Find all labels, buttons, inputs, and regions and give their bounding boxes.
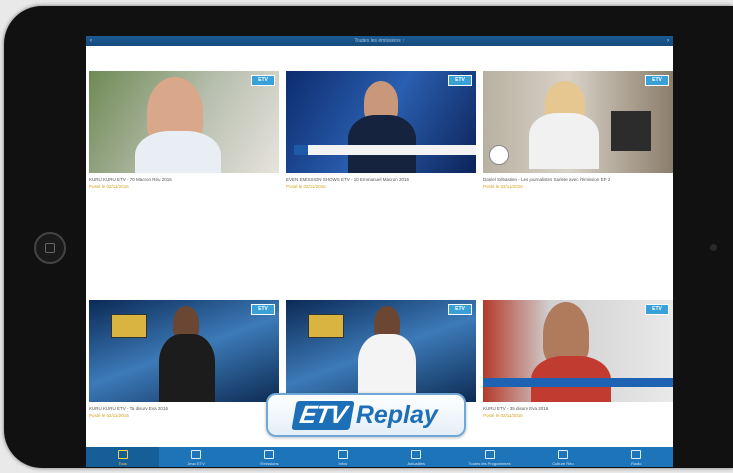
- film-icon: [557, 450, 568, 459]
- video-thumbnail[interactable]: ETV: [89, 300, 279, 402]
- channel-logo: ETV: [251, 304, 275, 315]
- video-title[interactable]: KURU ETV - 35 disurv Eva 2016: [483, 406, 673, 411]
- tab-jeux[interactable]: Jeux ETV: [159, 447, 232, 467]
- grid-icon: [484, 450, 495, 459]
- video-card[interactable]: ETV KURU KURU ETV - 70 Macron Réu 2016 P…: [89, 71, 279, 189]
- channel-logo: ETV: [645, 75, 669, 86]
- video-thumbnail[interactable]: ETV: [89, 71, 279, 173]
- channel-logo: ETV: [645, 304, 669, 315]
- video-title[interactable]: KURU KURU ETV - Ta disurv Eva 2016: [89, 406, 279, 411]
- video-thumbnail[interactable]: ETV: [483, 300, 673, 402]
- tab-culture[interactable]: Culture Réu: [526, 447, 599, 467]
- channel-logo: ETV: [448, 304, 472, 315]
- video-date: Posté le 02/11/2016: [483, 413, 523, 418]
- video-card[interactable]: ETV KURU ETV - 35 disurv Eva 2016 Posté …: [483, 300, 673, 418]
- video-thumbnail[interactable]: ETV: [286, 71, 476, 173]
- home-button[interactable]: [34, 232, 66, 264]
- video-thumbnail[interactable]: ETV: [286, 300, 476, 402]
- video-date: Posté le 02/11/2016: [89, 413, 129, 418]
- list-icon: [411, 450, 422, 459]
- video-date: Posté le 02/11/2016: [286, 184, 326, 189]
- camera-dot: [710, 244, 717, 251]
- video-date: Posté le 02/11/2016: [89, 184, 129, 189]
- etv-replay-logo: ETV Replay: [266, 393, 466, 437]
- video-card[interactable]: ETV EVEN EMISSION SHOWS ETV - 10 Emmanue…: [286, 71, 476, 189]
- menu-icon[interactable]: ›: [667, 36, 669, 46]
- tab-all[interactable]: Tous: [86, 447, 160, 467]
- tab-infos[interactable]: Infos: [306, 447, 379, 467]
- video-title[interactable]: Daniel Sébastien - Les journalistes Sarl…: [483, 177, 673, 182]
- play-icon: [264, 450, 275, 459]
- video-thumbnail[interactable]: ETV: [483, 71, 673, 173]
- tab-actualites[interactable]: Actualités: [380, 447, 453, 467]
- video-card[interactable]: ETV Daniel Sébastien - Les journalistes …: [483, 71, 673, 189]
- bottom-tab-bar: Tous Jeux ETV Émissions Infos Actualités…: [86, 447, 673, 467]
- tab-programmes[interactable]: Toutes les Programmes: [453, 447, 526, 467]
- page-title: Toutes les émissions ↑: [354, 38, 405, 44]
- channel-logo: ETV: [448, 75, 472, 86]
- video-card[interactable]: ETV KURU KURU ETV - Ta disurv Eva 2016 P…: [89, 300, 279, 418]
- video-date: Posté le 02/11/2016: [483, 184, 523, 189]
- tv-icon: [191, 450, 202, 459]
- title-bar: ‹ Toutes les émissions ↑ ›: [86, 36, 673, 46]
- home-icon: [117, 450, 128, 459]
- channel-logo: ETV: [251, 75, 275, 86]
- tab-radio[interactable]: Radio: [600, 447, 673, 467]
- back-icon[interactable]: ‹: [90, 36, 92, 46]
- news-icon: [337, 450, 348, 459]
- tab-emissions[interactable]: Émissions: [233, 447, 306, 467]
- radio-icon: [631, 450, 642, 459]
- video-title[interactable]: KURU KURU ETV - 70 Macron Réu 2016: [89, 177, 279, 182]
- video-title[interactable]: EVEN EMISSION SHOWS ETV - 10 Emmanuel Ma…: [286, 177, 476, 182]
